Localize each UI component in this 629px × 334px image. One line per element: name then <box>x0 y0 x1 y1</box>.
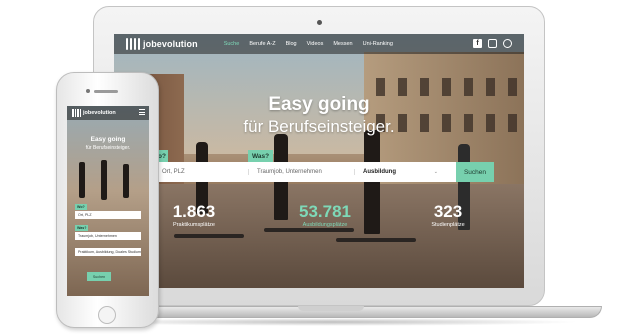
category-select[interactable]: Ausbildung ⌄ <box>354 169 444 175</box>
phone-navigation: jobevolution <box>67 106 149 120</box>
nav-links: Suche Berufe A-Z Blog Videos Messen Uni-… <box>224 41 393 47</box>
hero-title: Easy going <box>268 94 370 115</box>
phone-camera <box>86 89 90 93</box>
phone-location-input[interactable]: Ort, PLZ <box>75 211 141 219</box>
hamburger-menu-icon[interactable] <box>139 109 145 115</box>
stat-value: 323 <box>433 202 463 221</box>
device-mockup: jobevolution Suche Berufe A-Z Blog Video… <box>0 0 629 334</box>
stat-label: Studienplätze <box>431 222 465 228</box>
phone-where-tag: Wo? <box>75 204 87 210</box>
stat-label: Praktikumsplätze <box>173 222 215 228</box>
logo-text[interactable]: jobevolution <box>143 39 198 49</box>
phone-search-button[interactable]: Suchen <box>87 272 111 281</box>
nav-link-videos[interactable]: Videos <box>307 41 324 47</box>
stat-study-places: 323 Studienplätze <box>420 202 476 228</box>
search-button[interactable]: Suchen <box>456 162 494 182</box>
phone-job-input[interactable]: Traumjob, Unternehmen <box>75 232 141 240</box>
location-input[interactable]: Ort, PLZ <box>148 169 248 175</box>
logo-icon[interactable] <box>126 38 140 50</box>
stat-label: Ausbildungsplätze <box>302 222 348 228</box>
nav-link-blog[interactable]: Blog <box>286 41 297 47</box>
nav-link-messen[interactable]: Messen <box>333 41 352 47</box>
phone-hero-figure <box>123 164 129 198</box>
hero-skateboard <box>264 228 354 232</box>
facebook-icon[interactable]: f <box>473 39 482 48</box>
phone-speaker <box>94 90 118 93</box>
nav-link-berufe[interactable]: Berufe A-Z <box>249 41 275 47</box>
nav-icons: f <box>473 39 512 48</box>
phone-hero-subtitle: für Berufseinsteiger. <box>85 145 131 151</box>
stat-apprenticeships: 53.781 Ausbildungsplätze <box>290 202 360 228</box>
hero-skateboard <box>174 234 244 238</box>
hero-subtitle: für Berufseinsteiger. <box>243 117 395 136</box>
stat-value: 53.781 <box>299 202 351 221</box>
instagram-icon[interactable] <box>488 39 497 48</box>
nav-link-suche[interactable]: Suche <box>224 41 240 47</box>
nav-link-uni-ranking[interactable]: Uni-Ranking <box>363 41 393 47</box>
phone-screen: jobevolution Easy going für Berufseinste… <box>67 106 149 296</box>
laptop-notch <box>298 306 364 311</box>
user-icon[interactable] <box>503 39 512 48</box>
laptop-camera <box>317 20 322 25</box>
phone-hero-figure <box>101 160 107 200</box>
chevron-down-icon: ⌄ <box>433 169 438 175</box>
hero-skateboard <box>336 238 416 242</box>
hero-figure <box>364 130 380 234</box>
phone-home-button <box>98 306 116 324</box>
logo-icon[interactable] <box>72 109 81 117</box>
phone-hero-title: Easy going <box>90 136 126 143</box>
category-select-value: Ausbildung <box>363 169 396 175</box>
job-input[interactable]: Traumjob, Unternehmen <box>248 169 354 175</box>
stat-internships: 1.863 Praktikumsplätze <box>166 202 222 228</box>
stat-value: 1.863 <box>172 202 216 221</box>
phone-logo-text[interactable]: jobevolution <box>83 110 116 116</box>
phone-hero-figure <box>79 162 85 198</box>
top-navigation: jobevolution Suche Berufe A-Z Blog Video… <box>114 34 524 54</box>
laptop-screen: jobevolution Suche Berufe A-Z Blog Video… <box>114 34 524 288</box>
search-bar: Ort, PLZ Traumjob, Unternehmen Ausbildun… <box>148 162 460 182</box>
phone-category-select[interactable]: Praktikum, Ausbildung, Duales Studium <box>75 248 141 256</box>
phone-what-tag: Was? <box>75 225 89 231</box>
